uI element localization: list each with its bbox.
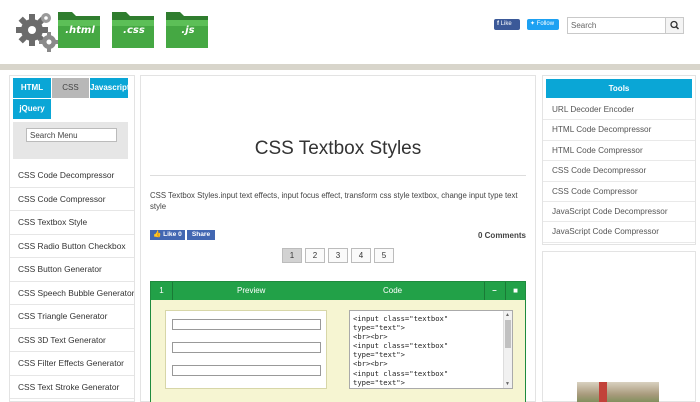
search-button[interactable] bbox=[665, 18, 683, 33]
facebook-like-label: Like bbox=[500, 21, 512, 27]
sidebar-item-css-speech-bubble-generator[interactable]: CSS Speech Bubble Generator bbox=[10, 282, 134, 305]
thumbs-up-icon: 👍 bbox=[153, 231, 162, 238]
minimize-button[interactable]: – bbox=[484, 282, 504, 300]
facebook-share-button[interactable]: Share bbox=[187, 230, 215, 240]
comments-count[interactable]: 0 Comments bbox=[441, 231, 526, 240]
ad-image-detail bbox=[599, 382, 607, 402]
css-folder-icon[interactable]: .css bbox=[110, 6, 156, 50]
facebook-like-button[interactable]: 👍 Like 0 bbox=[150, 230, 185, 240]
preview-textbox[interactable] bbox=[172, 365, 321, 376]
tool-css-code-decompressor[interactable]: CSS Code Decompressor bbox=[543, 161, 695, 182]
twitter-bird-icon: ✦ bbox=[530, 21, 536, 27]
header-divider bbox=[0, 64, 700, 70]
sidebar-item-css-code-compressor[interactable]: CSS Code Compressor bbox=[10, 188, 134, 211]
code-editor[interactable]: <input class="textbox" type="text"> <br>… bbox=[349, 310, 513, 389]
maximize-button[interactable]: ■ bbox=[505, 282, 525, 300]
panel-number: 1 bbox=[151, 282, 173, 300]
scroll-up-arrow-icon[interactable]: ▲ bbox=[505, 312, 510, 318]
page-description: CSS Textbox Styles.input text effects, i… bbox=[150, 191, 518, 211]
site-search bbox=[567, 17, 684, 34]
sidebar-item-css-button-generator[interactable]: CSS Button Generator bbox=[10, 258, 134, 282]
tool-css-code-compressor[interactable]: CSS Code Compressor bbox=[543, 182, 695, 202]
code-heading: Code bbox=[383, 286, 403, 295]
facebook-icon: f bbox=[497, 21, 499, 27]
html-folder-icon[interactable]: .html bbox=[56, 6, 102, 50]
code-text: <input class="textbox" type="text"> <br>… bbox=[353, 314, 449, 387]
preview-heading: Preview bbox=[237, 286, 266, 295]
page-title: CSS Textbox Styles bbox=[254, 138, 422, 159]
search-icon bbox=[670, 20, 680, 30]
tools-heading: Tools bbox=[546, 79, 692, 98]
preview-area bbox=[165, 310, 327, 389]
sidebar-item-css-filter-effects-generator[interactable]: CSS Filter Effects Generator bbox=[10, 352, 134, 376]
search-input[interactable] bbox=[568, 18, 665, 33]
sidebar-item-css-radio-button-checkbox[interactable]: CSS Radio Button Checkbox bbox=[10, 235, 134, 258]
ad-image[interactable] bbox=[577, 382, 659, 402]
tools-list: URL Decoder Encoder HTML Code Decompress… bbox=[543, 100, 695, 243]
preview-textbox[interactable] bbox=[172, 319, 321, 330]
sidebar-item-css-code-decompressor[interactable]: CSS Code Decompressor bbox=[10, 164, 134, 188]
ad-sidebar-box bbox=[542, 251, 696, 402]
tools-sidebar: Tools URL Decoder Encoder HTML Code Deco… bbox=[542, 75, 696, 245]
folder-label: .css bbox=[123, 25, 145, 36]
sidebar-item-css-textbox-style[interactable]: CSS Textbox Style bbox=[10, 211, 134, 235]
twitter-follow-label: Follow bbox=[536, 21, 555, 27]
gears-logo-icon[interactable] bbox=[16, 8, 58, 52]
page-1-button[interactable]: 1 bbox=[282, 248, 302, 263]
scroll-down-arrow-icon[interactable]: ▼ bbox=[505, 381, 510, 387]
page-3-button[interactable]: 3 bbox=[328, 248, 348, 263]
sidebar-item-css-triangle-generator[interactable]: CSS Triangle Generator bbox=[10, 305, 134, 329]
tool-html-code-decompressor[interactable]: HTML Code Decompressor bbox=[543, 120, 695, 141]
tool-html-code-compressor[interactable]: HTML Code Compressor bbox=[543, 141, 695, 162]
main-content: CSS Textbox Styles CSS Textbox Styles.in… bbox=[140, 75, 536, 402]
tool-javascript-code-compressor[interactable]: JavaScript Code Compressor bbox=[543, 222, 695, 243]
tab-javascript[interactable]: Javascript bbox=[90, 78, 130, 98]
code-scrollbar[interactable]: ▲ ▼ bbox=[503, 311, 512, 388]
sidebar-item-css-3d-text-generator[interactable]: CSS 3D Text Generator bbox=[10, 329, 134, 352]
sidebar-item-css-text-stroke-generator[interactable]: CSS Text Stroke Generator bbox=[10, 376, 134, 399]
tool-url-decoder-encoder[interactable]: URL Decoder Encoder bbox=[543, 100, 695, 121]
tool-javascript-code-decompressor[interactable]: JavaScript Code Decompressor bbox=[543, 202, 695, 223]
like-count-label: Like 0 bbox=[163, 231, 182, 238]
menu-search-container bbox=[13, 122, 128, 159]
folder-label: .js bbox=[181, 25, 195, 36]
folder-label: .html bbox=[65, 25, 95, 36]
page-4-button[interactable]: 4 bbox=[351, 248, 371, 263]
preview-textbox[interactable] bbox=[172, 342, 321, 353]
js-folder-icon[interactable]: .js bbox=[164, 6, 210, 50]
twitter-follow-button[interactable]: ✦ Follow bbox=[527, 19, 559, 30]
menu-search-input[interactable] bbox=[26, 128, 117, 142]
scroll-thumb[interactable] bbox=[505, 320, 511, 348]
tab-html[interactable]: HTML bbox=[13, 78, 51, 98]
title-divider bbox=[150, 175, 526, 176]
site-header: .html .css .js f Like ✦ Follow bbox=[0, 0, 700, 64]
left-sidebar: HTML CSS Javascript jQuery CSS Code Deco… bbox=[9, 75, 135, 402]
sidebar-menu: CSS Code Decompressor CSS Code Compresso… bbox=[10, 164, 134, 399]
page-5-button[interactable]: 5 bbox=[374, 248, 394, 263]
tab-jquery[interactable]: jQuery bbox=[13, 99, 51, 119]
page-2-button[interactable]: 2 bbox=[305, 248, 325, 263]
facebook-like-button[interactable]: f Like bbox=[494, 19, 520, 30]
code-panel: 1 Preview Code – ■ <input class="textbox… bbox=[150, 281, 526, 402]
code-panel-header: 1 Preview Code – ■ bbox=[151, 282, 525, 300]
tab-css[interactable]: CSS bbox=[52, 78, 89, 98]
